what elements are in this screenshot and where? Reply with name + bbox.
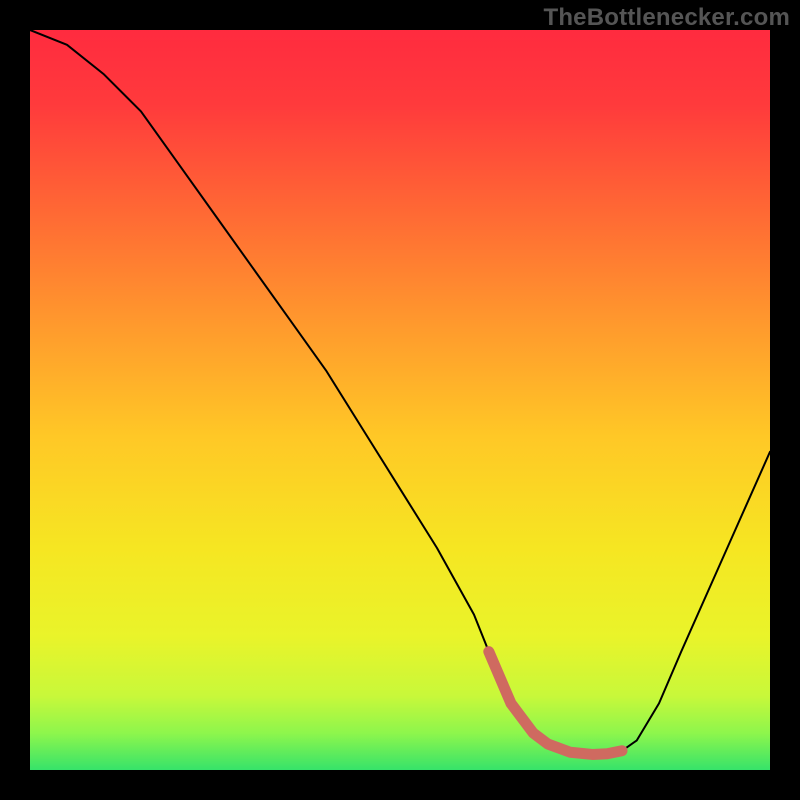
chart-svg [30, 30, 770, 770]
gradient-background [30, 30, 770, 770]
chart-root: TheBottlenecker.com [0, 0, 800, 800]
watermark-text: TheBottlenecker.com [543, 4, 790, 32]
plot-area [30, 30, 770, 770]
